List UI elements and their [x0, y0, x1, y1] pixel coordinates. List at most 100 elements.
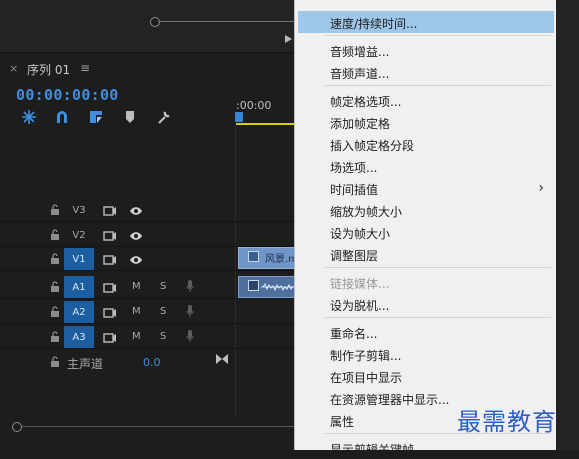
- menu-item-label: 链接媒体...: [330, 277, 390, 291]
- menu-item-label: 属性: [330, 415, 355, 429]
- menu-item[interactable]: 添加帧定格: [295, 111, 557, 133]
- mute-button[interactable]: M: [132, 331, 141, 342]
- track-row-a3[interactable]: A3 M S: [0, 326, 300, 349]
- snap-icon[interactable]: [20, 108, 38, 126]
- sync-lock-icon[interactable]: [103, 307, 117, 321]
- lock-icon[interactable]: [50, 331, 60, 342]
- track-row-a2[interactable]: A2 M S: [0, 301, 300, 324]
- menu-item[interactable]: 设为帧大小: [295, 221, 557, 243]
- fx-badge-icon: [248, 251, 259, 262]
- menu-item[interactable]: 场选项...: [295, 155, 557, 177]
- program-monitor-strip: [0, 0, 300, 53]
- track-target-v3[interactable]: V3: [64, 199, 94, 221]
- eye-icon[interactable]: [129, 254, 143, 268]
- track-divider: [235, 125, 236, 425]
- playhead[interactable]: [235, 112, 243, 122]
- menu-item[interactable]: 显示剪辑关键帧: [295, 437, 557, 459]
- video-clip[interactable]: 风景.m: [238, 247, 302, 269]
- microphone-icon[interactable]: [186, 330, 194, 346]
- menu-item-label: 制作子剪辑...: [330, 349, 402, 363]
- fx-badge-icon: [248, 280, 259, 291]
- scroll-handle[interactable]: [12, 422, 22, 432]
- lock-icon[interactable]: [50, 229, 60, 240]
- menu-item-label: 速度/持续时间...: [330, 17, 418, 31]
- menu-item-label: 插入帧定格分段: [330, 139, 415, 153]
- solo-button[interactable]: S: [160, 331, 166, 342]
- menu-item-label: 时间插值: [330, 183, 379, 197]
- menu-item-label: 音频声道...: [330, 67, 390, 81]
- menu-item[interactable]: 重命名...: [295, 321, 557, 343]
- solo-button[interactable]: S: [160, 281, 166, 292]
- track-target-v2[interactable]: V2: [64, 224, 94, 246]
- menu-item[interactable]: 制作子剪辑...: [295, 343, 557, 365]
- marker-tool-icon[interactable]: [87, 108, 105, 126]
- context-menu: 速度/持续时间... 音频增益... 音频声道... 帧定格选项... 添加帧定格插入帧…: [294, 0, 557, 457]
- sync-lock-icon[interactable]: [103, 332, 117, 346]
- lock-icon[interactable]: [50, 204, 60, 215]
- mute-button[interactable]: M: [132, 281, 141, 292]
- watermark-logo: 最需教育: [457, 408, 557, 436]
- eye-icon[interactable]: [129, 205, 143, 219]
- menu-item[interactable]: 在项目中显示: [295, 365, 557, 387]
- track-target-a2[interactable]: A2: [64, 301, 94, 323]
- track-target-a3[interactable]: A3: [64, 326, 94, 348]
- mute-button[interactable]: M: [132, 306, 141, 317]
- lock-icon[interactable]: [50, 306, 60, 317]
- panel-menu-icon[interactable]: ≡: [80, 61, 90, 75]
- ruler-time-label: :00:00: [236, 99, 272, 112]
- menu-item-label: 设为帧大小: [330, 227, 391, 241]
- menu-item[interactable]: 设为脱机...: [295, 293, 557, 315]
- menu-item[interactable]: 时间插值 ›: [295, 177, 557, 199]
- menu-item-label: 缩放为帧大小: [330, 205, 403, 219]
- add-marker-icon[interactable]: [121, 108, 139, 126]
- menu-item-label: 重命名...: [330, 327, 378, 341]
- timecode-display[interactable]: 00:00:00:00: [16, 86, 119, 104]
- sync-lock-icon[interactable]: [103, 282, 117, 296]
- track-target-a1[interactable]: A1: [64, 276, 94, 298]
- menu-item-label: 设为脱机...: [330, 299, 390, 313]
- track-target-v1[interactable]: V1: [64, 248, 94, 270]
- lock-icon[interactable]: [50, 281, 60, 292]
- menu-item[interactable]: 音频声道...: [295, 61, 557, 83]
- zoom-scroll-handle[interactable]: [150, 17, 160, 27]
- lock-icon[interactable]: [50, 253, 60, 264]
- menu-item-label: 在项目中显示: [330, 371, 403, 385]
- submenu-arrow-icon: ›: [538, 180, 544, 196]
- track-row-v2[interactable]: V2: [0, 224, 300, 247]
- settings-wrench-icon[interactable]: [155, 108, 173, 126]
- master-volume-value[interactable]: 0.0: [143, 356, 161, 369]
- menu-item[interactable]: 速度/持续时间...: [298, 11, 554, 33]
- menu-item[interactable]: 插入帧定格分段: [295, 133, 557, 155]
- sync-lock-icon[interactable]: [103, 230, 117, 244]
- eye-icon[interactable]: [129, 230, 143, 244]
- zoom-scroll-track[interactable]: [158, 21, 300, 22]
- solo-button[interactable]: S: [160, 306, 166, 317]
- menu-item-label: 添加帧定格: [330, 117, 391, 131]
- work-area-bar[interactable]: [236, 123, 300, 125]
- sequence-tab-title[interactable]: 序列 01: [27, 61, 70, 78]
- close-tab-icon[interactable]: ×: [9, 62, 18, 75]
- master-track-label: 主声道: [67, 357, 104, 371]
- sync-lock-icon[interactable]: [103, 254, 117, 268]
- linked-selection-icon[interactable]: [53, 108, 71, 126]
- play-icon[interactable]: [285, 35, 292, 43]
- right-panel-edge: [556, 0, 579, 450]
- sync-lock-icon[interactable]: [103, 205, 117, 219]
- menu-separator: [325, 85, 551, 86]
- menu-item[interactable]: 调整图层: [295, 243, 557, 265]
- audio-clip[interactable]: [238, 276, 302, 298]
- microphone-icon[interactable]: [186, 305, 194, 321]
- menu-item[interactable]: 帧定格选项...: [295, 89, 557, 111]
- goto-end-icon[interactable]: [216, 353, 228, 367]
- menu-item-label: 在资源管理器中显示...: [330, 393, 450, 407]
- timeline-scrollbar[interactable]: [0, 418, 300, 436]
- track-row-v3[interactable]: V3: [0, 199, 300, 222]
- menu-separator: [325, 267, 551, 268]
- menu-item: 链接媒体...: [295, 271, 557, 293]
- menu-item[interactable]: 缩放为帧大小: [295, 199, 557, 221]
- lock-icon[interactable]: [50, 356, 60, 370]
- microphone-icon[interactable]: [186, 280, 194, 296]
- menu-item-label: 帧定格选项...: [330, 95, 402, 109]
- scroll-track[interactable]: [22, 426, 300, 427]
- menu-item[interactable]: 音频增益...: [295, 39, 557, 61]
